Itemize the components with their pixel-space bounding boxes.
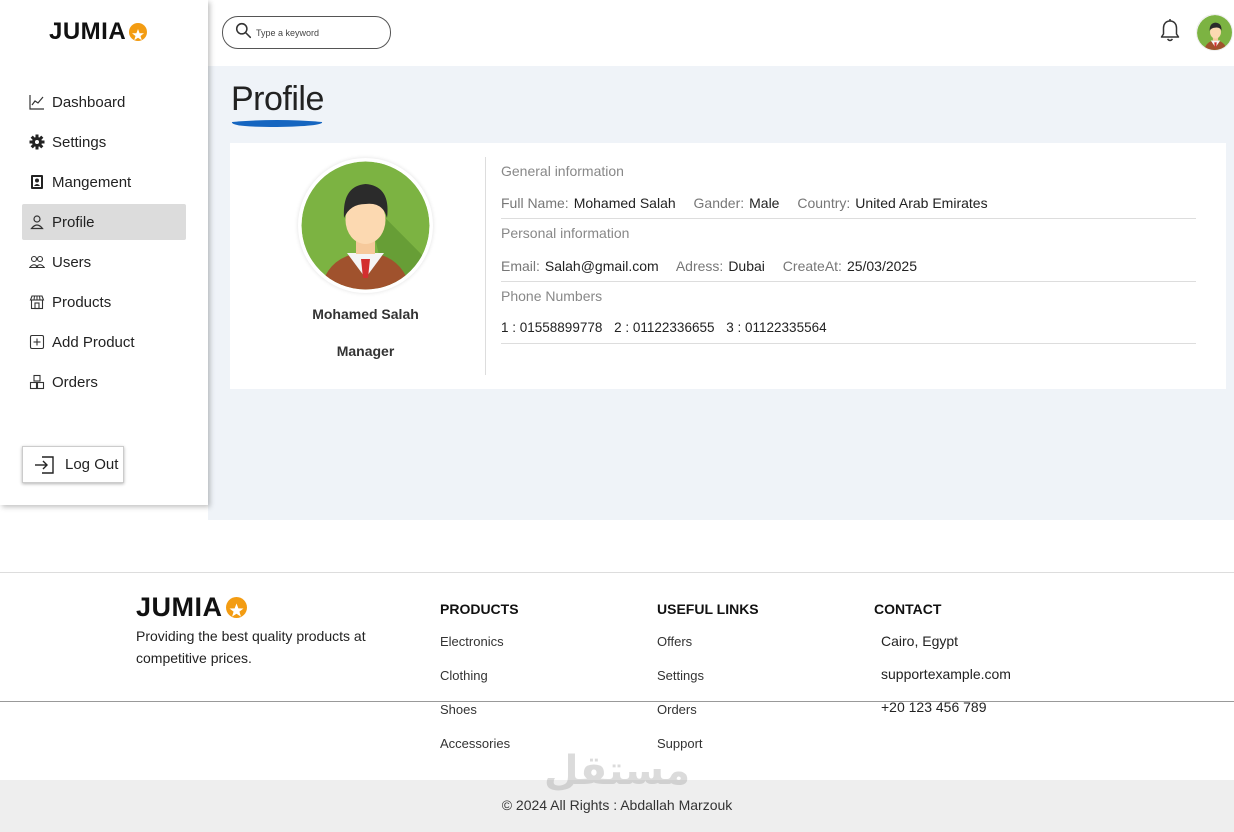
sidebar-item-label: Mangement xyxy=(52,173,132,191)
user-avatar[interactable] xyxy=(1196,14,1233,51)
full-name-label: Full Name: xyxy=(501,195,569,211)
phone-number: 2 : 01122336655 xyxy=(614,320,715,335)
profile-name: Mohamed Salah xyxy=(312,306,419,322)
divider xyxy=(501,281,1196,282)
full-name-value: Mohamed Salah xyxy=(573,195,676,211)
sidebar-item-label: Dashboard xyxy=(52,93,126,111)
created-label: CreateAt: xyxy=(782,258,842,274)
footer-link-electronics[interactable]: Electronics xyxy=(440,634,504,649)
gender-value: Male xyxy=(749,195,780,211)
sidebar-item-dashboard[interactable]: Dashboard xyxy=(22,84,186,120)
footer-products-heading: PRODUCTS xyxy=(440,601,519,617)
copyright-text: © 2024 All Rights : Abdallah Marzouk xyxy=(501,797,733,813)
sidebar-item-users[interactable]: Users xyxy=(22,244,186,280)
country-label: Country: xyxy=(797,195,851,211)
search-icon xyxy=(235,22,252,44)
search-box[interactable] xyxy=(222,16,391,49)
address-label: Adress: xyxy=(675,258,724,274)
general-info-heading: General information xyxy=(501,163,624,179)
sidebar: JUMIA Dashboard Settings Mangement Profi… xyxy=(0,0,208,505)
country-value: United Arab Emirates xyxy=(855,195,988,211)
brand-logo[interactable]: JUMIA xyxy=(49,18,148,46)
notification-bell-icon[interactable] xyxy=(1158,18,1182,44)
sidebar-item-mangement[interactable]: Mangement xyxy=(22,164,186,200)
phone-numbers-row: 1 : 01558899778 2 : 01122336655 3 : 0112… xyxy=(501,320,827,335)
card-divider xyxy=(485,157,486,375)
sidebar-item-settings[interactable]: Settings xyxy=(22,124,186,160)
created-value: 25/03/2025 xyxy=(846,258,918,274)
sidebar-item-label: Settings xyxy=(52,133,107,151)
logout-label: Log Out xyxy=(65,456,119,473)
user-avatar-icon xyxy=(301,161,430,290)
title-underline xyxy=(231,120,323,127)
sidebar-item-label: Profile xyxy=(52,213,95,231)
boxes-icon xyxy=(28,374,45,391)
footer-contact-email[interactable]: supportexample.com xyxy=(881,666,1011,682)
sidebar-item-label: Products xyxy=(52,293,112,311)
footer-description: Providing the best quality products at c… xyxy=(136,628,366,666)
brand-logo-text: JUMIA xyxy=(49,18,127,45)
footer-divider xyxy=(0,701,1234,702)
sidebar-item-label: Orders xyxy=(52,373,98,391)
chart-line-icon xyxy=(28,94,45,111)
id-badge-icon xyxy=(28,174,45,191)
email-value: Salah@gmail.com xyxy=(544,258,659,274)
sidebar-item-label: Users xyxy=(52,253,92,271)
user-icon xyxy=(28,214,45,231)
star-logo-icon xyxy=(225,597,247,618)
page-title: Profile xyxy=(231,80,324,118)
plus-square-icon xyxy=(28,334,45,351)
gear-icon xyxy=(28,134,45,151)
footer-logo: JUMIA xyxy=(136,592,247,623)
phone-number: 1 : 01558899778 xyxy=(501,320,603,335)
address-value: Dubai xyxy=(728,258,765,274)
general-info-row: Full Name: Mohamed Salah Gander: Male Coun… xyxy=(501,195,1002,211)
sidebar-item-products[interactable]: Products xyxy=(22,284,186,320)
sidebar-item-label: Add Product xyxy=(52,333,135,351)
sidebar-item-profile[interactable]: Profile xyxy=(22,204,186,240)
profile-picture xyxy=(298,158,433,293)
footer-link-orders[interactable]: Orders xyxy=(657,702,697,717)
star-logo-icon xyxy=(129,23,148,41)
footer-link-settings[interactable]: Settings xyxy=(657,668,704,683)
users-icon xyxy=(28,254,45,271)
footer-contact-heading: CONTACT xyxy=(874,601,942,617)
footer-link-clothing[interactable]: Clothing xyxy=(440,668,488,683)
footer-divider xyxy=(0,572,1234,573)
gender-label: Gander: xyxy=(693,195,745,211)
personal-info-heading: Personal information xyxy=(501,225,630,241)
footer-link-offers[interactable]: Offers xyxy=(657,634,692,649)
watermark-text: مستقل xyxy=(544,748,690,794)
phone-number: 3 : 01122335564 xyxy=(726,320,827,335)
phone-numbers-heading: Phone Numbers xyxy=(501,288,603,304)
footer-useful-links-heading: USEFUL LINKS xyxy=(657,601,759,617)
footer-logo-text: JUMIA xyxy=(136,592,223,622)
personal-info-row: Email: Salah@gmail.com Adress: Dubai Creat… xyxy=(501,258,931,274)
footer-link-shoes[interactable]: Shoes xyxy=(440,702,477,717)
footer-link-accessories[interactable]: Accessories xyxy=(440,736,510,751)
watermark-logo: مستقل xyxy=(541,744,693,804)
footer-contact-address: Cairo, Egypt xyxy=(881,633,959,649)
divider xyxy=(501,218,1196,219)
logout-button[interactable]: Log Out xyxy=(22,446,124,483)
divider xyxy=(501,343,1196,344)
logout-icon xyxy=(35,455,54,474)
sidebar-item-orders[interactable]: Orders xyxy=(22,364,186,400)
search-input[interactable] xyxy=(256,27,376,38)
store-icon xyxy=(28,294,45,311)
profile-role: Manager xyxy=(336,343,395,359)
email-label: Email: xyxy=(501,258,540,274)
sidebar-item-add-product[interactable]: Add Product xyxy=(22,324,186,360)
